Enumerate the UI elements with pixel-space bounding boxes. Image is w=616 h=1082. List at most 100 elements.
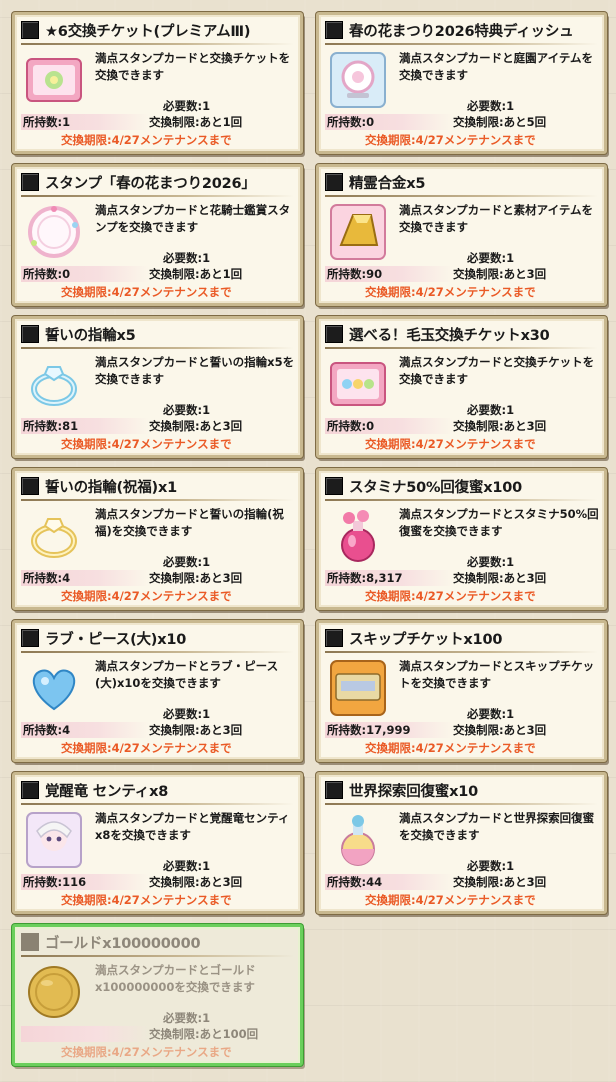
item-title: スキップチケットx100 [349,631,503,648]
exchange-deadline: 交換期限:4/27メンテナンスまで [61,893,232,907]
owned-count: 所持数:8,317 [327,571,403,585]
required-amount: 必要数:1 [163,1011,211,1025]
title-divider [325,803,598,805]
exchange-limit: 交換制限:あと1回 [149,267,243,281]
item-title: 世界探索回復蜜x10 [349,783,479,800]
required-amount: 必要数:1 [163,555,211,569]
item-title-row: ★6交換チケット(プレミアムⅢ) [21,19,296,41]
exchange-item-card[interactable]: 世界探索回復蜜x10 満点スタンプカードと世界探索回復蜜を交換できます 必要数:… [316,772,607,914]
exchange-item-card[interactable]: 選べる！毛玉交換チケットx30 満点スタンプカードと交換チケットを交換できます … [316,316,607,458]
exchange-limit: 交換制限:あと3回 [149,875,243,889]
exchange-limit: 交換制限:あと100回 [149,1027,259,1041]
required-amount: 必要数:1 [467,555,515,569]
title-marker-icon [21,173,39,191]
exchange-item-card[interactable]: スキップチケットx100 満点スタンプカードとスキップチケットを交換できます 必… [316,620,607,762]
item-title: 誓いの指輪(祝福)x1 [45,479,177,496]
exchange-limit: 交換制限:あと3回 [149,419,243,433]
exchange-limit: 交換制限:あと3回 [453,875,547,889]
exchange-deadline: 交換期限:4/27メンテナンスまで [365,893,536,907]
item-title-row: スタンプ「春の花まつり2026」 [21,171,296,193]
dish-icon [327,49,389,111]
exchange-item-card[interactable]: スタンプ「春の花まつり2026」 満点スタンプカードと花騎士鑑賞スタンプを交換で… [12,164,303,306]
exchange-limit: 交換制限:あと3回 [453,571,547,585]
owned-count: 所持数:90 [327,267,383,281]
item-title-row: スキップチケットx100 [325,627,600,649]
furball-ticket-icon [327,353,389,415]
stamp-icon [23,201,85,263]
item-title-row: スタミナ50%回復蜜x100 [325,475,600,497]
title-marker-icon [21,933,39,951]
title-marker-icon [325,781,343,799]
exchange-item-card[interactable]: 覚醒竜 センティx8 満点スタンプカードと覚醒竜センティx8を交換できます 必要… [12,772,303,914]
gold-coin-icon [23,961,85,1023]
item-description: 満点スタンプカードと誓いの指輪(祝福)を交換できます [95,507,284,538]
title-marker-icon [325,325,343,343]
exchange-deadline: 交換期限:4/27メンテナンスまで [61,285,232,299]
title-divider [21,499,294,501]
title-marker-icon [325,173,343,191]
exchange-deadline: 交換期限:4/27メンテナンスまで [61,133,232,147]
blessed-ring-icon [23,505,85,567]
exchange-limit: 交換制限:あと3回 [453,419,547,433]
exchange-limit: 交換制限:あと3回 [453,267,547,281]
title-divider [21,651,294,653]
stamina-potion-icon [327,505,389,567]
item-title: ★6交換チケット(プレミアムⅢ) [45,23,251,40]
required-amount: 必要数:1 [467,859,515,873]
item-title: スタミナ50%回復蜜x100 [349,479,523,496]
item-description: 満点スタンプカードとスキップチケットを交換できます [399,659,595,690]
owned-count: 所持数:0 [23,267,71,281]
item-title: 春の花まつり2026特典ディッシュ [349,23,574,40]
title-divider [21,195,294,197]
item-title-row: ラブ・ピース(大)x10 [21,627,296,649]
exchange-limit: 交換制限:あと5回 [453,115,547,129]
exchange-item-grid: ★6交換チケット(プレミアムⅢ) 満点スタンプカードと交換チケットを交換できます… [0,0,616,1082]
title-divider [21,43,294,45]
item-description: 満点スタンプカードとゴールドx100000000を交換できます [95,963,256,994]
exchange-item-card[interactable]: ラブ・ピース(大)x10 満点スタンプカードとラブ・ピース(大)x10を交換でき… [12,620,303,762]
required-amount: 必要数:1 [163,859,211,873]
required-amount: 必要数:1 [467,99,515,113]
exchange-deadline: 交換期限:4/27メンテナンスまで [61,741,232,755]
item-title-row: ゴールドx100000000 [21,931,296,953]
title-divider [325,499,598,501]
exchange-item-card[interactable]: スタミナ50%回復蜜x100 満点スタンプカードとスタミナ50%回復蜜を交換でき… [316,468,607,610]
gold-ingot-icon [327,201,389,263]
owned-count: 所持数:0 [327,419,375,433]
item-description: 満点スタンプカードと花騎士鑑賞スタンプを交換できます [95,203,291,234]
exchange-deadline: 交換期限:4/27メンテナンスまで [61,437,232,451]
title-marker-icon [21,477,39,495]
item-title: 精霊合金x5 [349,175,426,192]
exchange-limit: 交換制限:あと1回 [149,115,243,129]
exchange-deadline: 交換期限:4/27メンテナンスまで [365,589,536,603]
exchange-limit: 交換制限:あと3回 [453,723,547,737]
title-marker-icon [21,781,39,799]
owned-count: 所持数:0 [327,115,375,129]
item-description: 満点スタンプカードと交換チケットを交換できます [95,51,291,82]
item-title-row: 世界探索回復蜜x10 [325,779,600,801]
item-description: 満点スタンプカードとラブ・ピース(大)x10を交換できます [95,659,279,690]
exchange-item-card[interactable]: ★6交換チケット(プレミアムⅢ) 満点スタンプカードと交換チケットを交換できます… [12,12,303,154]
exchange-deadline: 交換期限:4/27メンテナンスまで [61,589,232,603]
exchange-deadline: 交換期限:4/27メンテナンスまで [365,285,536,299]
dragon-icon [23,809,85,871]
title-marker-icon [325,477,343,495]
title-marker-icon [325,629,343,647]
exchange-deadline: 交換期限:4/27メンテナンスまで [365,133,536,147]
exchange-limit: 交換制限:あと3回 [149,571,243,585]
exchange-item-card[interactable]: 春の花まつり2026特典ディッシュ 満点スタンプカードと庭園アイテムを交換できま… [316,12,607,154]
exchange-item-card[interactable]: ゴールドx100000000 満点スタンプカードとゴールドx100000000を… [12,924,303,1066]
title-divider [325,651,598,653]
explore-potion-icon [327,809,389,871]
owned-highlight [21,1026,149,1042]
exchange-item-card[interactable]: 精霊合金x5 満点スタンプカードと素材アイテムを交換できます 必要数:1 所持数… [316,164,607,306]
owned-count: 所持数:4 [23,723,71,737]
exchange-limit: 交換制限:あと3回 [149,723,243,737]
item-title: 覚醒竜 センティx8 [45,783,169,800]
item-title-row: 誓いの指輪x5 [21,323,296,345]
owned-count: 所持数:116 [23,875,87,889]
exchange-item-card[interactable]: 誓いの指輪x5 満点スタンプカードと誓いの指輪x5を交換できます 必要数:1 所… [12,316,303,458]
title-divider [21,803,294,805]
exchange-item-card[interactable]: 誓いの指輪(祝福)x1 満点スタンプカードと誓いの指輪(祝福)を交換できます 必… [12,468,303,610]
required-amount: 必要数:1 [467,403,515,417]
